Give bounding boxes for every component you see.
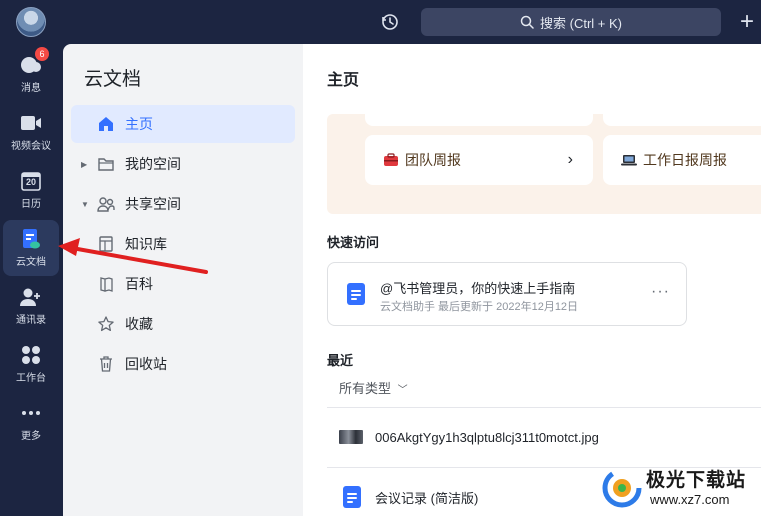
page-title: 主页 [327,72,360,89]
sidebar-item-label: 知识库 [125,236,167,252]
cloud-doc-icon [20,228,42,250]
sidebar-title: 云文档 [84,69,142,90]
rail-label: 消息 [21,83,41,94]
history-icon[interactable] [378,10,402,34]
rail-item-workplace[interactable]: 工作台 [3,336,59,392]
sidebar-item-home[interactable]: 主页 [71,105,295,143]
quick-access-doc-name: @飞书管理员，你的快速上手指南 [380,281,576,296]
laptop-icon [621,155,637,166]
sidebar-item-label: 收藏 [125,316,153,332]
sidebar-item-wiki[interactable]: 知识库 [71,225,295,263]
rail-label: 工作台 [16,373,46,384]
more-dots-icon [20,402,42,424]
template-card-partial[interactable] [365,114,593,126]
card-label: 团队周报 [405,152,461,168]
file-name: 会议记录 (简洁版) [375,490,479,506]
sidebar-item-encyclopedia[interactable]: 百科 [71,265,295,303]
top-bar: 搜索 (Ctrl + K) + [0,0,761,44]
docs-sidebar: 云文档 主页 ▶ 我的空间 ▼ 共享空间 知识库 百科 收藏 回收站 [63,44,303,516]
briefcase-icon [384,153,398,166]
expand-caret-icon[interactable]: ▶ [81,160,87,169]
apps-grid-icon [20,344,42,366]
recent-file-row[interactable]: 006AkgtYgy1h3qlptu8lcj311t0motct.jpg [327,408,761,466]
quick-access-doc-meta: 云文档助手 最后更新于 2022年12月12日 [380,301,579,313]
calendar-icon: 20 [20,170,42,192]
left-rail: 6 消息 视频会议 20 日历 云文档 通讯录 工作台 更多 [0,44,63,516]
sidebar-item-my-space[interactable]: ▶ 我的空间 [71,145,295,183]
rail-label: 日历 [21,199,41,210]
doc-icon [347,283,365,305]
encyclopedia-icon [100,277,113,292]
chevron-down-icon: ﹀ [397,385,408,396]
unread-badge: 6 [35,47,49,61]
trash-icon [100,356,112,372]
watermark-url: www.xz7.com [650,492,730,507]
rail-label: 视频会议 [11,141,51,152]
filter-label: 所有类型 [339,381,392,396]
search-icon [520,15,534,29]
rail-item-more[interactable]: 更多 [3,394,59,450]
search-placeholder: 搜索 (Ctrl + K) [540,15,622,31]
sidebar-item-label: 百科 [125,276,153,292]
type-filter-dropdown[interactable]: 所有类型 ﹀ [339,378,408,397]
rail-label: 云文档 [16,257,46,268]
rail-item-contacts[interactable]: 通讯录 [3,278,59,334]
rail-label: 更多 [21,431,41,442]
video-camera-icon [20,112,42,134]
search-bar[interactable]: 搜索 (Ctrl + K) [421,8,721,36]
knowledge-base-icon [99,236,113,252]
chat-icon: 6 [20,47,49,76]
sidebar-item-favorites[interactable]: 收藏 [71,305,295,343]
quick-access-title: 快速访问 [327,235,380,250]
contacts-icon [20,286,42,308]
sidebar-item-label: 共享空间 [125,196,181,212]
folder-icon [98,158,114,171]
collapse-caret-icon[interactable]: ▼ [81,200,89,209]
sidebar-item-label: 主页 [125,116,153,132]
file-name: 006AkgtYgy1h3qlptu8lcj311t0motct.jpg [375,429,599,445]
team-weekly-report-card[interactable]: 团队周报 › [365,135,593,185]
home-icon [99,117,113,131]
sidebar-item-shared-space[interactable]: ▼ 共享空间 [71,185,295,223]
card-label: 工作日报周报 [643,152,727,168]
rail-item-calendar[interactable]: 20 日历 [3,162,59,218]
people-icon [97,197,115,212]
rail-item-docs[interactable]: 云文档 [3,220,59,276]
quick-access-card[interactable]: @飞书管理员，你的快速上手指南 云文档助手 最后更新于 2022年12月12日 … [327,262,687,326]
sidebar-item-trash[interactable]: 回收站 [71,345,295,383]
main-content: 主页 团队周报 › 工作日报周报 快速访问 @飞书管理员，你的快速上手指南 云文… [303,44,761,516]
image-file-icon [339,430,363,444]
watermark-text: 极光下载站 [646,470,747,491]
calendar-day: 20 [25,177,36,187]
recent-title: 最近 [327,353,354,368]
star-icon [98,316,114,332]
watermark-logo-icon [602,468,642,508]
work-daily-weekly-report-card[interactable]: 工作日报周报 [603,135,761,185]
plus-icon[interactable]: + [740,10,761,34]
rail-item-messages[interactable]: 6 消息 [3,46,59,102]
rail-label: 通讯录 [16,315,46,326]
sidebar-item-label: 回收站 [125,356,167,372]
rail-item-video-meeting[interactable]: 视频会议 [3,104,59,160]
sidebar-item-label: 我的空间 [125,156,181,172]
template-banner: 团队周报 › 工作日报周报 [327,114,761,214]
user-avatar[interactable] [16,7,46,37]
more-options-icon[interactable]: ··· [651,283,670,301]
watermark: 极光下载站 www.xz7.com [600,462,761,516]
doc-icon [343,486,361,508]
chevron-right-icon: › [567,151,573,168]
template-card-partial[interactable] [603,114,761,126]
